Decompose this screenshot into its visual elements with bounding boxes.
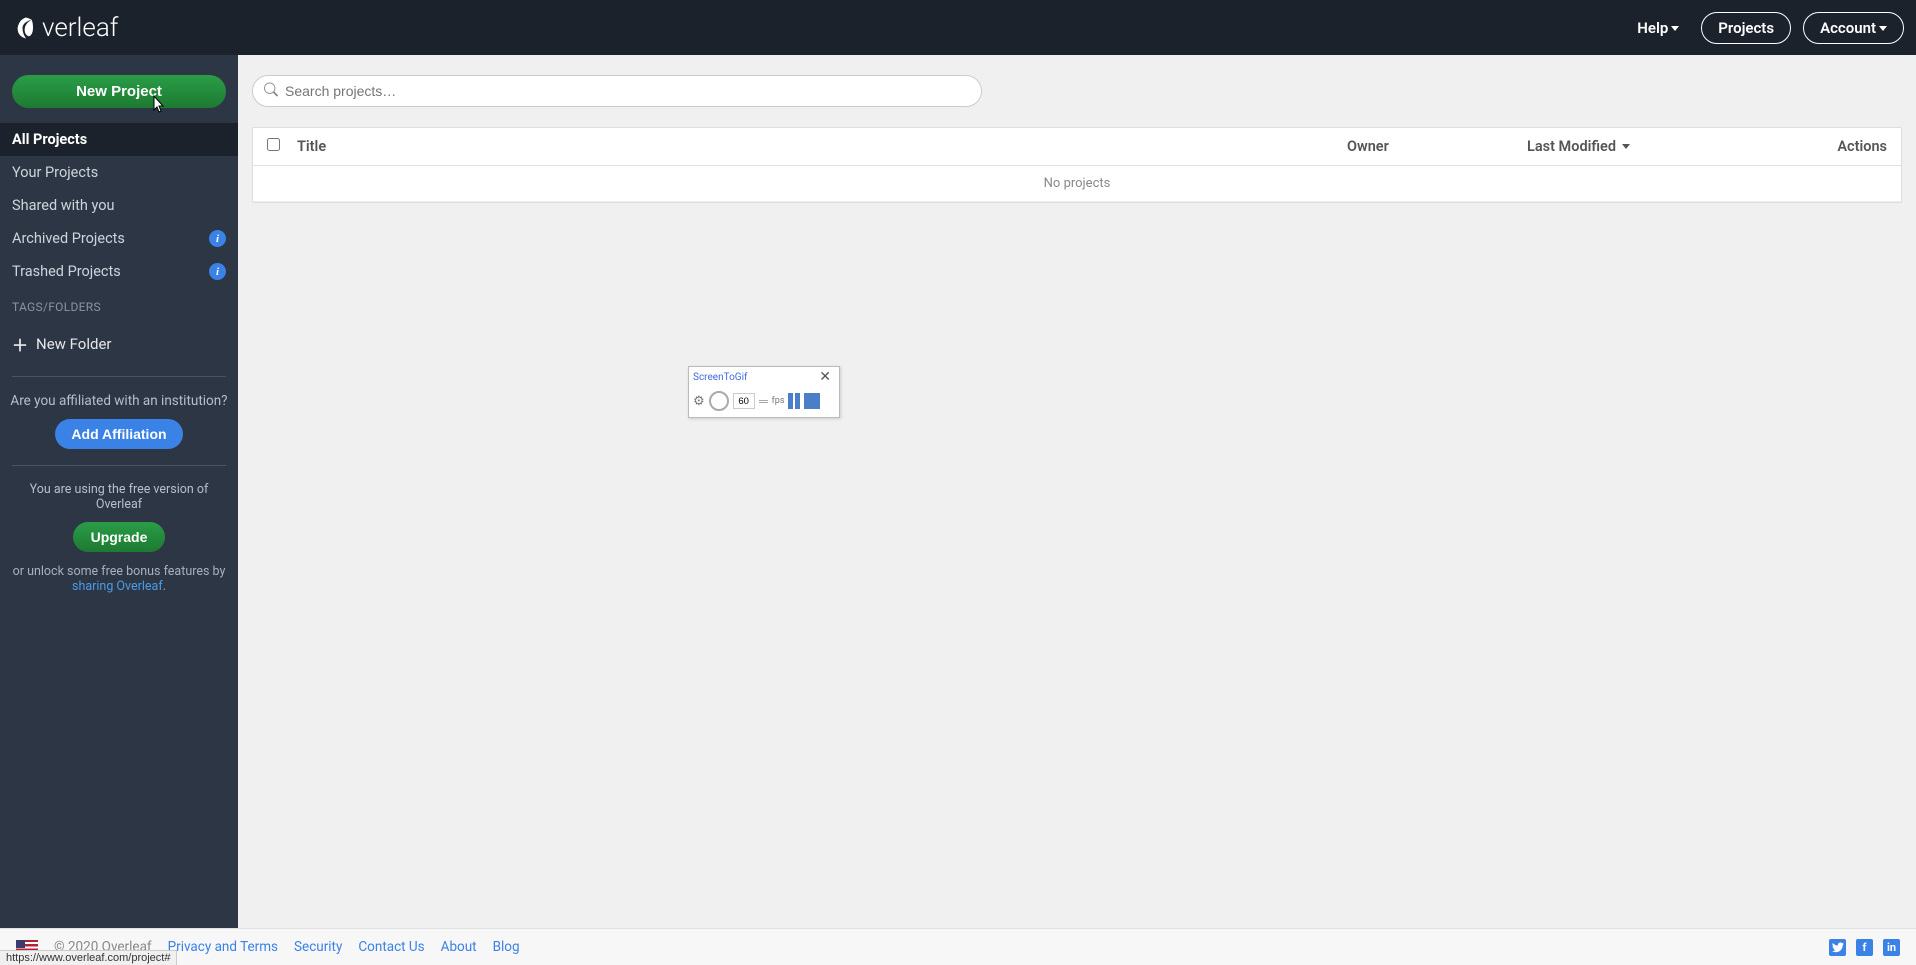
leaf-icon: [12, 14, 40, 42]
pause-button[interactable]: [788, 393, 800, 409]
column-actions: Actions: [1817, 138, 1887, 155]
close-icon[interactable]: ✕: [815, 369, 835, 385]
footer: © 2020 Overleaf Privacy and Terms Securi…: [0, 928, 1916, 965]
footer-link-contact[interactable]: Contact Us: [358, 939, 424, 955]
header-nav: Help Projects Account: [1627, 12, 1904, 44]
browser-status-bar: https://www.overleaf.com/project#: [0, 950, 177, 965]
help-label: Help: [1637, 19, 1668, 37]
select-all-column: [267, 138, 297, 155]
modified-label: Last Modified: [1527, 138, 1616, 155]
project-table: Title Owner Last Modified Actions No pro…: [252, 127, 1902, 203]
record-button[interactable]: [709, 391, 729, 411]
app-header: verleaf Help Projects Account: [0, 0, 1916, 55]
column-title[interactable]: Title: [297, 138, 1347, 155]
sidebar-item-your-projects[interactable]: Your Projects: [0, 156, 238, 189]
footer-link-about[interactable]: About: [441, 939, 477, 955]
column-owner[interactable]: Owner: [1347, 138, 1527, 155]
projects-label: Projects: [1718, 19, 1774, 37]
unlock-text: or unlock some free bonus features by sh…: [8, 564, 230, 594]
sidebar-item-label: Archived Projects: [12, 230, 125, 247]
facebook-icon[interactable]: f: [1856, 939, 1873, 956]
divider: [12, 376, 226, 377]
sidebar: New Project All Projects Your Projects S…: [0, 55, 238, 928]
caret-down-icon: [1879, 26, 1887, 31]
info-icon[interactable]: i: [209, 263, 226, 280]
linkedin-icon[interactable]: in: [1883, 939, 1900, 956]
caret-down-icon: [1671, 26, 1679, 31]
sort-caret-icon: [1622, 144, 1630, 149]
no-projects-row: No projects: [253, 166, 1901, 202]
sidebar-item-label: Your Projects: [12, 164, 98, 181]
new-folder-label: New Folder: [36, 335, 111, 353]
main-content: Title Owner Last Modified Actions No pro…: [238, 55, 1916, 928]
upgrade-block: You are using the free version of Overle…: [0, 476, 238, 600]
affiliation-block: Are you affiliated with an institution? …: [0, 387, 238, 455]
divider: [12, 465, 226, 466]
new-project-button[interactable]: New Project: [12, 75, 226, 108]
sidebar-item-all-projects[interactable]: All Projects: [0, 123, 238, 156]
search-icon: [264, 82, 278, 101]
upgrade-button[interactable]: Upgrade: [73, 522, 166, 552]
sidebar-item-label: Trashed Projects: [12, 263, 121, 280]
search-wrap: [252, 75, 982, 107]
unlock-prefix: or unlock some free bonus features by: [13, 564, 226, 579]
stg-title: ScreenToGif: [693, 372, 748, 383]
affiliation-question: Are you affiliated with an institution?: [8, 393, 230, 409]
account-label: Account: [1820, 19, 1876, 37]
overleaf-logo[interactable]: verleaf: [12, 13, 118, 43]
stop-button[interactable]: [804, 393, 820, 409]
footer-social: f in: [1829, 939, 1900, 956]
help-menu[interactable]: Help: [1627, 13, 1689, 43]
new-folder-button[interactable]: ＋ New Folder: [0, 322, 238, 366]
sidebar-item-label: Shared with you: [12, 197, 115, 214]
free-version-text: You are using the free version of Overle…: [8, 482, 230, 512]
sidebar-item-label: All Projects: [12, 131, 87, 148]
select-all-checkbox[interactable]: [267, 138, 280, 151]
footer-link-privacy[interactable]: Privacy and Terms: [168, 939, 278, 955]
search-input[interactable]: [252, 75, 982, 107]
fps-label: fps: [772, 396, 785, 406]
footer-link-blog[interactable]: Blog: [493, 939, 520, 955]
twitter-icon[interactable]: [1829, 939, 1846, 956]
stg-controls: ⚙ fps: [689, 387, 839, 415]
sidebar-item-shared[interactable]: Shared with you: [0, 189, 238, 222]
footer-link-security[interactable]: Security: [294, 939, 342, 955]
add-affiliation-button[interactable]: Add Affiliation: [55, 419, 182, 449]
fps-spinner[interactable]: [759, 400, 768, 403]
info-icon[interactable]: i: [209, 230, 226, 247]
sidebar-item-trashed[interactable]: Trashed Projects i: [0, 255, 238, 288]
gear-icon[interactable]: ⚙: [693, 394, 705, 409]
projects-button[interactable]: Projects: [1701, 12, 1791, 44]
sidebar-item-archived[interactable]: Archived Projects i: [0, 222, 238, 255]
plus-icon: ＋: [12, 332, 26, 356]
body: New Project All Projects Your Projects S…: [0, 55, 1916, 928]
column-modified[interactable]: Last Modified: [1527, 138, 1817, 155]
fps-input[interactable]: [733, 393, 755, 409]
account-menu[interactable]: Account: [1803, 12, 1904, 44]
stg-titlebar[interactable]: ScreenToGif ✕: [689, 367, 839, 387]
screen-to-gif-widget[interactable]: ScreenToGif ✕ ⚙ fps: [688, 366, 840, 418]
tags-folders-label: TAGS/FOLDERS: [0, 288, 238, 322]
table-header: Title Owner Last Modified Actions: [253, 128, 1901, 166]
logo-text: verleaf: [42, 13, 118, 43]
sharing-overleaf-link[interactable]: sharing Overleaf: [72, 579, 163, 594]
